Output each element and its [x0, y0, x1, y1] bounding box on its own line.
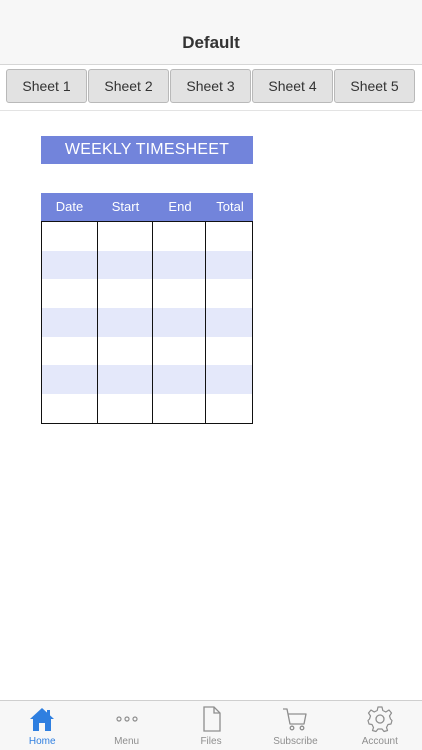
cell-end[interactable]	[153, 250, 207, 280]
table-row	[42, 336, 252, 366]
cell-date[interactable]	[42, 394, 99, 423]
tab-account[interactable]: Account	[338, 701, 422, 750]
table-header: Date Start End Total	[41, 193, 253, 221]
cell-total[interactable]	[206, 337, 252, 366]
cell-end[interactable]	[153, 222, 207, 251]
cell-start[interactable]	[98, 250, 153, 280]
tab-sheet-5[interactable]: Sheet 5	[334, 69, 415, 103]
gear-icon	[367, 706, 393, 733]
cell-start[interactable]	[98, 279, 153, 309]
tab-subscribe[interactable]: Subscribe	[253, 701, 337, 750]
column-header-end[interactable]: End	[153, 193, 207, 221]
cell-end[interactable]	[153, 308, 207, 337]
navigation-bar: Default	[0, 0, 422, 65]
timesheet-title[interactable]: WEEKLY TIMESHEET	[41, 136, 253, 164]
cell-start[interactable]	[98, 394, 153, 423]
tab-files[interactable]: Files	[169, 701, 253, 750]
cell-total[interactable]	[206, 394, 252, 423]
home-icon	[30, 708, 55, 731]
table-row	[42, 365, 252, 395]
cell-start[interactable]	[98, 308, 153, 337]
tab-account-label: Account	[361, 736, 398, 747]
cell-end[interactable]	[153, 279, 207, 309]
cell-total[interactable]	[206, 251, 252, 280]
timesheet-table: Date Start End Total	[41, 193, 253, 424]
tab-home-label: Home	[28, 736, 56, 747]
cell-start[interactable]	[98, 336, 153, 366]
cell-total[interactable]	[206, 222, 252, 251]
tab-menu[interactable]: Menu	[84, 701, 168, 750]
tab-menu-label: Menu	[114, 736, 140, 747]
table-row	[42, 222, 252, 251]
cell-start[interactable]	[98, 222, 153, 251]
cell-end[interactable]	[153, 336, 207, 366]
cell-date[interactable]	[42, 279, 99, 309]
cell-total[interactable]	[206, 365, 252, 394]
tab-sheet-1[interactable]: Sheet 1	[6, 69, 87, 103]
table-body	[41, 221, 253, 424]
tab-subscribe-label: Subscribe	[273, 736, 318, 747]
tab-files-label: Files	[200, 736, 222, 747]
cell-date[interactable]	[42, 250, 99, 280]
spreadsheet-area: WEEKLY TIMESHEET Date Start End Total	[0, 111, 422, 699]
app-window: Default Sheet 1 Sheet 2 Sheet 3 Sheet 4 …	[0, 0, 422, 750]
page-title: Default	[182, 33, 240, 52]
cell-total[interactable]	[206, 308, 252, 337]
cell-end[interactable]	[153, 365, 207, 395]
more-icon	[116, 716, 138, 722]
tab-sheet-3[interactable]: Sheet 3	[170, 69, 251, 103]
tab-sheet-4[interactable]: Sheet 4	[252, 69, 333, 103]
table-row	[42, 308, 252, 337]
tab-home[interactable]: Home	[0, 701, 84, 750]
sheet-tab-bar: Sheet 1 Sheet 2 Sheet 3 Sheet 4 Sheet 5	[0, 65, 422, 111]
table-row	[42, 250, 252, 280]
column-header-date[interactable]: Date	[41, 193, 98, 221]
cell-date[interactable]	[42, 308, 99, 337]
bottom-tab-bar: Home Menu Files Subscribe Account	[0, 700, 422, 750]
cart-icon	[283, 708, 308, 731]
cell-start[interactable]	[98, 365, 153, 395]
column-header-total[interactable]: Total	[207, 193, 253, 221]
cell-total[interactable]	[206, 279, 252, 308]
file-icon	[203, 706, 221, 732]
cell-end[interactable]	[153, 394, 207, 423]
table-row	[42, 394, 252, 423]
column-header-start[interactable]: Start	[98, 193, 153, 221]
tab-sheet-2[interactable]: Sheet 2	[88, 69, 169, 103]
cell-date[interactable]	[42, 336, 99, 366]
table-row	[42, 279, 252, 309]
cell-date[interactable]	[42, 365, 99, 395]
cell-date[interactable]	[42, 222, 99, 251]
